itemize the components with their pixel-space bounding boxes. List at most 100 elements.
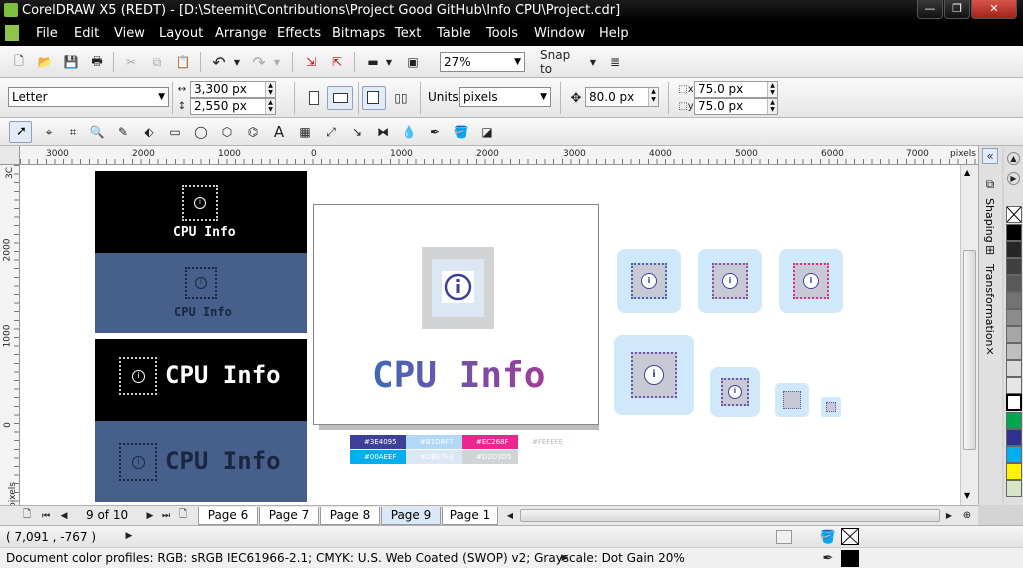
swatch-ec268f[interactable]: #EC268F (462, 435, 518, 449)
print-icon[interactable]: 🖶 (88, 53, 106, 71)
spin-arrows-icon[interactable]: ▲ ▼ (265, 82, 275, 97)
swatch-fefefe[interactable]: #FEFEFE (518, 435, 574, 449)
menu-file[interactable]: File (36, 26, 58, 41)
application-launcher-icon[interactable]: ▬ (364, 53, 382, 71)
color-swatch[interactable] (1006, 377, 1022, 394)
page-tab-1[interactable]: Page 1 (442, 507, 498, 525)
swatch-dbe7f3[interactable]: #DBE7F3 (406, 450, 462, 464)
fill-indicator-icon[interactable]: 🪣 (820, 528, 836, 546)
interactive-fill-tool-icon[interactable]: ◪ (478, 123, 496, 141)
status-menu-icon[interactable]: ▶ (122, 529, 136, 543)
menu-help[interactable]: Help (599, 26, 629, 41)
outline-color-swatch[interactable] (841, 550, 859, 567)
vertical-scrollbar[interactable]: ▲ ▼ (960, 165, 978, 505)
menu-layout[interactable]: Layout (159, 26, 203, 41)
blend-tool-icon[interactable]: ⧓ (374, 123, 392, 141)
fill-color-none-swatch[interactable] (841, 528, 859, 545)
units-combo[interactable]: pixels ▼ (459, 87, 551, 107)
swatch-00aeef[interactable]: #00AEEF (350, 450, 406, 464)
color-swatch-white[interactable] (1006, 394, 1022, 411)
minimize-button[interactable]: — (917, 0, 943, 19)
close-docker-icon[interactable]: ✕ (982, 344, 998, 358)
transformation-docker-tab[interactable]: Transformation (983, 264, 996, 347)
ruler-origin[interactable] (0, 146, 20, 165)
next-page-icon[interactable]: ▶ (144, 508, 156, 523)
redo-icon[interactable]: ↷ (250, 53, 268, 72)
crop-tool-icon[interactable]: ⌗ (64, 123, 82, 141)
polygon-tool-icon[interactable]: ⬡ (218, 123, 236, 141)
welcome-screen-icon[interactable]: ▣ (404, 53, 422, 71)
scrollbar-thumb[interactable] (963, 250, 976, 450)
redo-dropdown-icon[interactable]: ▼ (272, 53, 282, 71)
new-document-icon[interactable]: 🗋 (10, 53, 28, 71)
previous-page-icon[interactable]: ◀ (58, 508, 70, 523)
shaping-docker-icon[interactable]: ⧉ (982, 176, 998, 192)
add-page-before-icon[interactable]: 🗋 (20, 508, 34, 523)
snap-to-button[interactable]: Snap to (540, 48, 585, 76)
freehand-tool-icon[interactable]: ✎ (114, 123, 132, 141)
add-page-after-icon[interactable]: 🗋 (176, 508, 190, 523)
menu-table[interactable]: Table (437, 26, 471, 41)
swatch-b1d8f7[interactable]: #B1D8F7 (406, 435, 462, 449)
color-swatch-green[interactable] (1006, 412, 1022, 429)
shaping-docker-tab[interactable]: Shaping (983, 198, 996, 243)
paste-icon[interactable]: 📋 (174, 53, 192, 71)
maximize-button[interactable]: ❐ (944, 0, 970, 19)
basic-shapes-tool-icon[interactable]: ⌬ (244, 123, 262, 141)
pick-tool[interactable]: ➚ (9, 121, 32, 143)
paper-type-combo[interactable]: Letter ▼ (8, 87, 169, 107)
transformation-docker-icon[interactable]: ⊞ (982, 242, 998, 258)
undo-dropdown-icon[interactable]: ▼ (232, 53, 242, 71)
app-icon-medium[interactable]: i (710, 367, 760, 417)
scroll-right-icon[interactable]: ▶ (944, 508, 954, 523)
app-icon-tiny[interactable] (821, 397, 841, 417)
last-page-icon[interactable]: ⏭ (160, 508, 172, 523)
shape-tool-icon[interactable]: ⌖ (40, 123, 58, 141)
zoom-level-combo[interactable]: 27% ▼ (440, 52, 525, 72)
color-swatch[interactable] (1006, 275, 1022, 292)
cut-icon[interactable]: ✂ (122, 53, 140, 71)
menu-window[interactable]: Window (534, 26, 585, 41)
navigator-icon[interactable]: ⊕ (960, 508, 974, 523)
spin-arrows-icon[interactable]: ▲ ▼ (648, 88, 658, 106)
page-height-input[interactable]: 2,550 px ▲ ▼ (190, 98, 276, 115)
duplicate-y-input[interactable]: 75.0 px ▲ ▼ (694, 98, 778, 115)
table-tool-icon[interactable]: ▦ (296, 123, 314, 141)
document-color-profiles[interactable]: Document color profiles: RGB: sRGB IEC61… (6, 551, 685, 565)
page-tab-9-active[interactable]: Page 9 (381, 507, 441, 525)
logo-panel-black-small[interactable]: i CPU Info (95, 171, 307, 253)
color-swatch[interactable] (1006, 224, 1022, 241)
color-swatch[interactable] (1006, 292, 1022, 309)
menu-view[interactable]: View (114, 26, 145, 41)
spin-arrows-icon[interactable]: ▲ ▼ (265, 99, 275, 114)
eyedropper-tool-icon[interactable]: 💧 (400, 123, 418, 141)
no-color-swatch[interactable] (1006, 206, 1022, 223)
undo-icon[interactable]: ↶ (210, 53, 228, 72)
menu-text[interactable]: Text (395, 26, 421, 41)
fill-tool-icon[interactable]: 🪣 (452, 123, 470, 141)
color-swatch[interactable] (1006, 258, 1022, 275)
menu-arrange[interactable]: Arrange (215, 26, 267, 41)
horizontal-ruler[interactable]: 3000 2000 1000 0 1000 2000 3000 4000 500… (20, 146, 978, 165)
palette-menu-icon[interactable]: ▶ (1007, 172, 1020, 185)
app-icon-pink[interactable]: i (779, 249, 843, 313)
spin-arrows-icon[interactable]: ▲ ▼ (767, 99, 777, 114)
menu-edit[interactable]: Edit (74, 26, 99, 41)
page-tab-7[interactable]: Page 7 (259, 507, 319, 525)
spin-arrows-icon[interactable]: ▲ ▼ (767, 82, 777, 97)
outline-tool-icon[interactable]: ✒ (426, 123, 444, 141)
scroll-left-icon[interactable]: ◀ (505, 508, 515, 523)
document-page[interactable]: CPU Info (313, 204, 599, 425)
app-icon-small[interactable] (775, 383, 809, 417)
logo-panel-blue-large[interactable]: i CPU Info (95, 421, 307, 502)
ellipse-tool-icon[interactable]: ◯ (192, 123, 210, 141)
scroll-up-icon[interactable]: ▲ (964, 168, 970, 177)
color-swatch[interactable] (1006, 343, 1022, 360)
connector-tool-icon[interactable]: ↘ (348, 123, 366, 141)
color-swatch-yellow[interactable] (1006, 463, 1022, 480)
smart-fill-tool-icon[interactable]: ⬖ (140, 123, 158, 141)
app-icon-blue[interactable]: i (617, 249, 681, 313)
profiles-menu-icon[interactable]: ▶ (558, 551, 572, 565)
page-tab-8[interactable]: Page 8 (320, 507, 380, 525)
options-icon[interactable]: ≣ (606, 53, 624, 71)
